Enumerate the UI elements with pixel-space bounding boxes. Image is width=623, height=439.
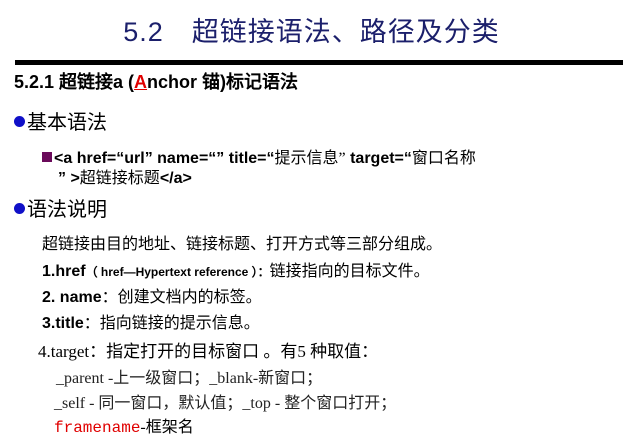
bullet-dot-icon: [14, 116, 25, 127]
code-part: </a>: [159, 170, 192, 187]
item-name: 2. name：创建文档内的标签。: [42, 283, 262, 307]
code-part: target=“: [345, 150, 412, 167]
item-href: 1.href（ href—Hypertext reference ）：链接指向的…: [42, 257, 430, 281]
code-part: 超链接标题: [79, 170, 160, 187]
bullet-label: 基本语法: [27, 112, 107, 134]
code-part: 提示信息”: [274, 150, 346, 167]
heading-suffix: nchor 锚)标记语法: [147, 72, 299, 92]
code-part: 窗口名称: [411, 150, 476, 167]
bullet-basic-syntax: 基本语法: [14, 106, 107, 135]
heading-highlight: A: [134, 72, 148, 92]
code-part: ” >: [58, 170, 80, 187]
target-values-2: _self - 同一窗口，默认值；_top - 整个窗口打开；: [54, 395, 397, 412]
heading-prefix: 5.2.1 超链接a (: [14, 72, 135, 92]
target-values-3: framename-框架名: [54, 413, 194, 437]
item-label: 2. name: [42, 289, 102, 306]
bullet-syntax-explanation: 语法说明: [14, 193, 107, 222]
item-label: 3.title: [42, 315, 84, 332]
bullet-label: 语法说明: [27, 199, 107, 221]
square-bullet-icon: [42, 152, 52, 162]
slide-title: 5.2 超链接语法、路径及分类: [123, 17, 500, 47]
code-line-2: ” >超链接标题</a>: [58, 164, 192, 188]
framename-keyword: framename: [54, 419, 141, 437]
framename-text: -框架名: [140, 419, 194, 436]
item-text: ：指向链接的提示信息。: [83, 315, 260, 332]
intro-text: 超链接由目的地址、链接标题、打开方式等三部分组成。: [42, 236, 443, 253]
item-title: 3.title：指向链接的提示信息。: [42, 309, 260, 333]
bullet-dot-icon: [14, 203, 25, 214]
target-values-1: _parent -上一级窗口；_blank-新窗口；: [56, 370, 323, 387]
section-heading: 5.2.1 超链接a (Anchor 锚)标记语法: [14, 68, 298, 94]
item-label: 1.href: [42, 263, 86, 280]
divider: [15, 60, 623, 65]
item-paren: （ href—Hypertext reference ）：: [85, 265, 270, 279]
item-text: ：创建文档内的标签。: [101, 289, 262, 306]
item-text: 链接指向的目标文件。: [269, 263, 430, 280]
item-target: 4.target：指定打开的目标窗口 。有5 种取值：: [38, 342, 379, 361]
